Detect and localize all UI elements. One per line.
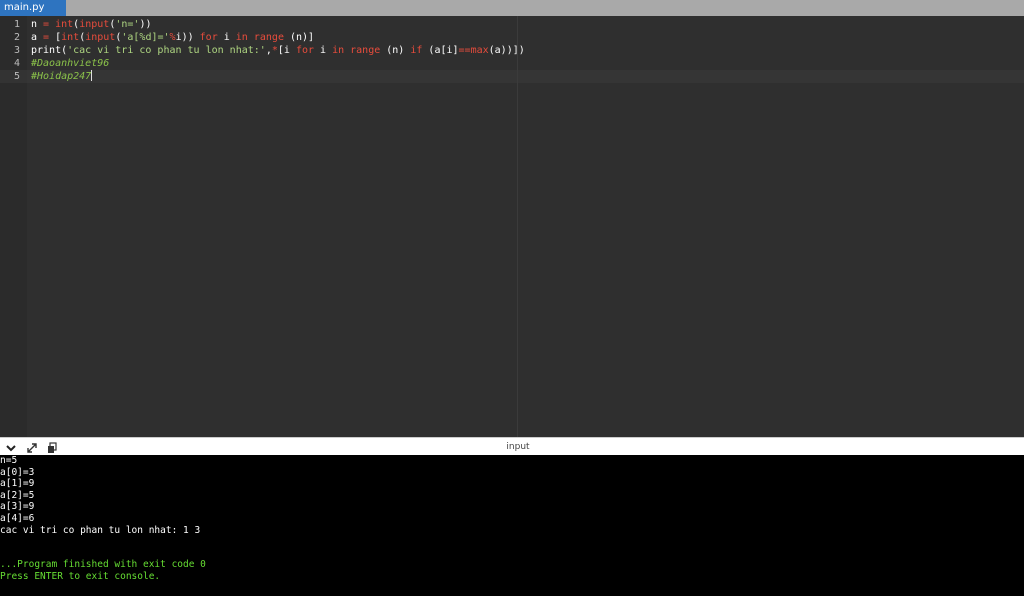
code-text: #Daoanhviet96	[31, 57, 109, 70]
console-header: input	[0, 437, 1024, 455]
code-text: #Hoidap247	[31, 70, 93, 83]
code-token: [i	[277, 45, 296, 56]
console-line: cac vi tri co phan tu lon nhat: 1 3	[0, 524, 201, 536]
code-token: input	[79, 19, 110, 30]
code-line[interactable]: 2a = [int(input('a[%d]='%i)) for i in ra…	[0, 31, 1024, 44]
console-line: a[0]=3	[0, 466, 35, 478]
line-number: 3	[13, 45, 20, 56]
console-line: Press ENTER to exit console.	[0, 571, 161, 582]
code-token: a	[31, 32, 44, 43]
console-line: a[2]=5	[0, 489, 35, 501]
code-text: a = [int(input('a[%d]='%i)) for i in ran…	[31, 31, 314, 44]
code-token: int	[55, 19, 74, 30]
code-token: ))	[139, 19, 152, 30]
console-output[interactable]: n=5 a[0]=3 a[1]=9 a[2]=5 a[3]=9 a[4]=6 cac vi …	[0, 455, 1024, 596]
code-token: ==	[458, 45, 471, 56]
code-line[interactable]: 3 print('cac vi tri co phan tu lon nhat:'…	[0, 44, 1024, 57]
console-line: n=5	[0, 455, 18, 466]
code-text: print('cac vi tri co phan tu lon nhat:',…	[31, 44, 525, 57]
code-line[interactable]: 5 #Hoidap247	[0, 70, 1024, 83]
code-token: 'n='	[115, 19, 140, 30]
code-token: i	[314, 45, 333, 56]
code-token: #Hoidap247	[31, 71, 92, 82]
code-editor[interactable]: 1n = int(input('n=')) 2 a = [int(input('a[…	[0, 16, 1024, 437]
code-token: if	[410, 45, 423, 56]
code-token: #Daoanhviet96	[31, 58, 110, 69]
code-token: i	[217, 32, 236, 43]
console-line: ...Program finished with exit code 0	[0, 559, 206, 571]
code-token: [	[49, 32, 62, 43]
online-ide-window: main.py 1n = int(input('n=')) 2 a = [int(i…	[0, 0, 1024, 596]
code-token: (n)	[380, 45, 411, 56]
code-token: in	[332, 45, 345, 56]
code-token: for	[199, 32, 218, 43]
code-token: print(	[31, 45, 68, 56]
code-token: for	[295, 45, 314, 56]
console-line: a[1]=9	[0, 478, 35, 490]
text-cursor	[91, 70, 93, 81]
code-line[interactable]: 1 n = int(input('n='))	[0, 18, 1024, 31]
line-number: 4	[13, 58, 20, 69]
code-token: n	[31, 19, 44, 30]
code-token: 'cac vi tri co phan tu lon nhat:'	[67, 45, 266, 56]
line-number: 1	[13, 19, 20, 30]
line-number: 5	[13, 71, 20, 82]
code-token: in	[235, 32, 248, 43]
tab-main-py[interactable]: main.py	[0, 0, 66, 16]
console-line: a[3]=9	[0, 501, 35, 513]
code-text: n = int(input('n='))	[31, 18, 151, 31]
code-token: (a[i]	[422, 45, 459, 56]
code-token: int	[61, 32, 80, 43]
line-number: 2	[13, 32, 20, 43]
code-token: range	[253, 32, 284, 43]
code-token: input	[85, 32, 116, 43]
console-line: a[4]=6	[0, 513, 35, 524]
code-line[interactable]: 4 #Daoanhviet96	[0, 57, 1024, 70]
editor-tab-bar: main.py	[0, 0, 1024, 16]
code-token: range	[350, 45, 381, 56]
code-token: 'a[%d]='	[121, 32, 170, 43]
code-token: max	[470, 45, 489, 56]
code-token: (a))])	[488, 45, 525, 56]
console-title: input	[506, 442, 530, 452]
code-token: (n)]	[283, 32, 315, 43]
code-token: i))	[175, 32, 200, 43]
